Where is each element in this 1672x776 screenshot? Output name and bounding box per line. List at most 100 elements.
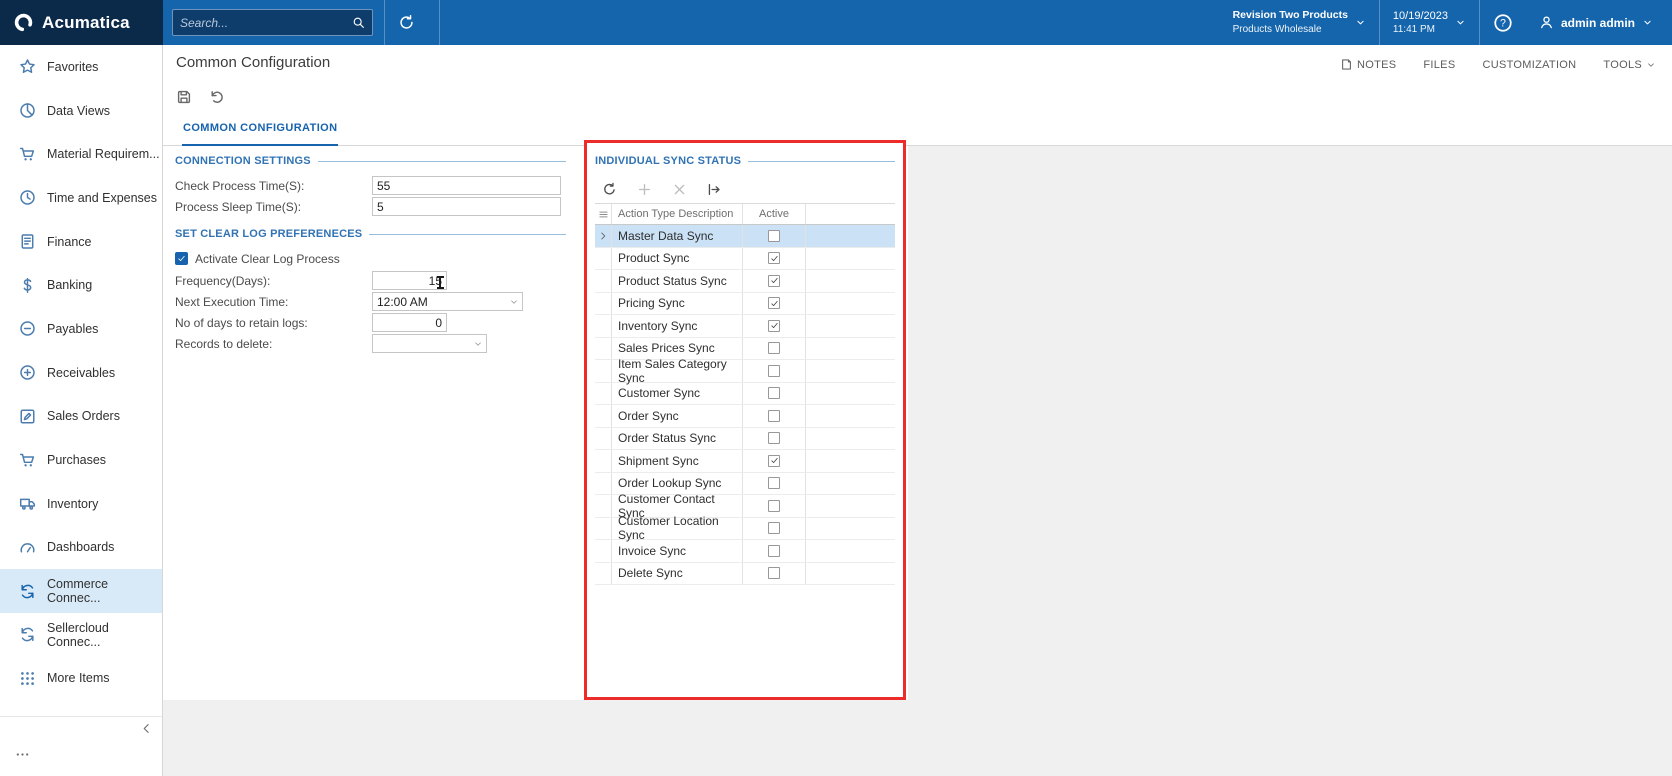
sidebar-item-data-views[interactable]: Data Views <box>0 89 162 133</box>
active-cell[interactable] <box>743 382 806 404</box>
grid-row-customer-sync[interactable]: Customer Sync <box>595 382 895 405</box>
process-sleep-time-s-input[interactable] <box>372 197 561 216</box>
field-value[interactable] <box>373 293 509 310</box>
active-cell[interactable] <box>743 495 806 517</box>
activate-clear-log-checkbox[interactable]: Activate Clear Log Process <box>175 248 566 269</box>
active-cell[interactable] <box>743 270 806 292</box>
sidebar-item-more-items[interactable]: More Items <box>0 657 162 701</box>
sidebar-item-material-requirem[interactable]: Material Requirem... <box>0 132 162 176</box>
sidebar-item-finance[interactable]: Finance <box>0 220 162 264</box>
checkbox-unchecked-icon[interactable] <box>768 544 780 557</box>
active-cell[interactable] <box>743 472 806 494</box>
sidebar-item-sellercloud-connec[interactable]: Sellercloud Connec... <box>0 613 162 657</box>
save-button[interactable] <box>176 89 192 105</box>
delete-row-button[interactable] <box>672 182 687 197</box>
grid-row-product-status-sync[interactable]: Product Status Sync <box>595 270 895 293</box>
sidebar-item-sales-orders[interactable]: Sales Orders <box>0 395 162 439</box>
action-type-description-cell[interactable]: Product Status Sync <box>612 270 743 292</box>
grid-row-item-sales-category-sync[interactable]: Item Sales Category Sync <box>595 357 895 385</box>
tenant-selector[interactable]: Revision Two Products Products Wholesale <box>1220 0 1379 45</box>
header-link-notes[interactable]: NOTES <box>1340 58 1396 71</box>
grid-row-shipment-sync[interactable]: Shipment Sync <box>595 450 895 473</box>
action-type-description-cell[interactable]: Invoice Sync <box>612 540 743 562</box>
field-value[interactable] <box>373 314 446 331</box>
sidebar-item-dashboards[interactable]: Dashboards <box>0 526 162 570</box>
action-type-description-cell[interactable]: Shipment Sync <box>612 450 743 472</box>
ellipsis-icon[interactable] <box>15 747 30 762</box>
field-value[interactable] <box>373 177 560 194</box>
checkbox-unchecked-icon[interactable] <box>768 342 780 355</box>
global-search-box[interactable] <box>172 9 373 36</box>
action-type-description-cell[interactable]: Customer Sync <box>612 382 743 404</box>
grid-row-delete-sync[interactable]: Delete Sync <box>595 562 895 585</box>
action-type-description-cell[interactable]: Delete Sync <box>612 562 743 584</box>
checkbox-unchecked-icon[interactable] <box>768 387 780 400</box>
field-value[interactable] <box>373 272 446 289</box>
checkbox-unchecked-icon[interactable] <box>768 432 780 445</box>
tab-common-configuration[interactable]: COMMON CONFIGURATION <box>182 122 339 146</box>
checkbox-checked-icon[interactable] <box>768 252 780 265</box>
grid-settings-cell[interactable] <box>595 204 612 224</box>
search-icon[interactable] <box>352 16 365 29</box>
active-cell[interactable] <box>743 315 806 337</box>
grid-row-master-data-sync[interactable]: Master Data Sync <box>595 225 895 248</box>
action-type-description-cell[interactable]: Order Status Sync <box>612 427 743 449</box>
action-type-description-cell[interactable]: Inventory Sync <box>612 315 743 337</box>
user-menu[interactable]: admin admin <box>1526 0 1666 45</box>
next-execution-time-input[interactable] <box>372 292 523 311</box>
column-header-action-type-description[interactable]: Action Type Description <box>612 204 743 224</box>
grid-row-order-sync[interactable]: Order Sync <box>595 405 895 428</box>
checkbox-checked-icon[interactable] <box>175 252 188 265</box>
sidebar-item-payables[interactable]: Payables <box>0 307 162 351</box>
fit-to-screen-button[interactable] <box>707 182 722 197</box>
sidebar-item-commerce-connec[interactable]: Commerce Connec... <box>0 569 162 613</box>
action-type-description-cell[interactable]: Order Sync <box>612 405 743 427</box>
field-value[interactable] <box>373 198 560 215</box>
caret-down-icon[interactable] <box>473 339 486 349</box>
active-cell[interactable] <box>743 292 806 314</box>
refresh-button[interactable] <box>602 182 617 197</box>
active-cell[interactable] <box>743 427 806 449</box>
add-row-button[interactable] <box>637 182 652 197</box>
check-process-time-s-input[interactable] <box>372 176 561 195</box>
sidebar-item-time-and-expenses[interactable]: Time and Expenses <box>0 176 162 220</box>
active-cell[interactable] <box>743 450 806 472</box>
checkbox-unchecked-icon[interactable] <box>768 567 780 580</box>
grid-row-invoice-sync[interactable]: Invoice Sync <box>595 540 895 563</box>
grid-row-customer-location-sync[interactable]: Customer Location Sync <box>595 514 895 542</box>
checkbox-checked-icon[interactable] <box>768 319 780 332</box>
column-header-active[interactable]: Active <box>743 204 806 224</box>
checkbox-unchecked-icon[interactable] <box>768 364 780 377</box>
sidebar-collapse-button[interactable] <box>140 722 153 735</box>
checkbox-unchecked-icon[interactable] <box>768 477 780 490</box>
action-type-description-cell[interactable]: Item Sales Category Sync <box>612 357 743 385</box>
help-button[interactable]: ? <box>1480 0 1526 45</box>
action-type-description-cell[interactable]: Master Data Sync <box>612 225 743 247</box>
active-cell[interactable] <box>743 540 806 562</box>
grid-row-product-sync[interactable]: Product Sync <box>595 247 895 270</box>
header-link-tools[interactable]: TOOLS <box>1603 59 1656 71</box>
grid-row-inventory-sync[interactable]: Inventory Sync <box>595 315 895 338</box>
header-link-customization[interactable]: CUSTOMIZATION <box>1482 59 1576 71</box>
grid-row-order-status-sync[interactable]: Order Status Sync <box>595 427 895 450</box>
active-cell[interactable] <box>743 360 806 382</box>
sidebar-item-banking[interactable]: Banking <box>0 263 162 307</box>
sidebar-item-favorites[interactable]: Favorites <box>0 45 162 89</box>
checkbox-unchecked-icon[interactable] <box>768 229 780 242</box>
active-cell[interactable] <box>743 517 806 539</box>
action-type-description-cell[interactable]: Customer Location Sync <box>612 514 743 542</box>
reload-button[interactable] <box>385 0 428 45</box>
undo-button[interactable] <box>209 89 225 105</box>
grid-row-pricing-sync[interactable]: Pricing Sync <box>595 292 895 315</box>
sidebar-item-purchases[interactable]: Purchases <box>0 438 162 482</box>
active-cell[interactable] <box>743 562 806 584</box>
active-cell[interactable] <box>743 405 806 427</box>
caret-down-icon[interactable] <box>509 297 522 307</box>
business-date-selector[interactable]: 10/19/2023 11:41 PM <box>1380 0 1479 45</box>
active-cell[interactable] <box>743 337 806 359</box>
action-type-description-cell[interactable]: Pricing Sync <box>612 292 743 314</box>
sidebar-item-inventory[interactable]: Inventory <box>0 482 162 526</box>
checkbox-unchecked-icon[interactable] <box>768 499 780 512</box>
field-value[interactable] <box>373 335 473 352</box>
checkbox-unchecked-icon[interactable] <box>768 522 780 535</box>
